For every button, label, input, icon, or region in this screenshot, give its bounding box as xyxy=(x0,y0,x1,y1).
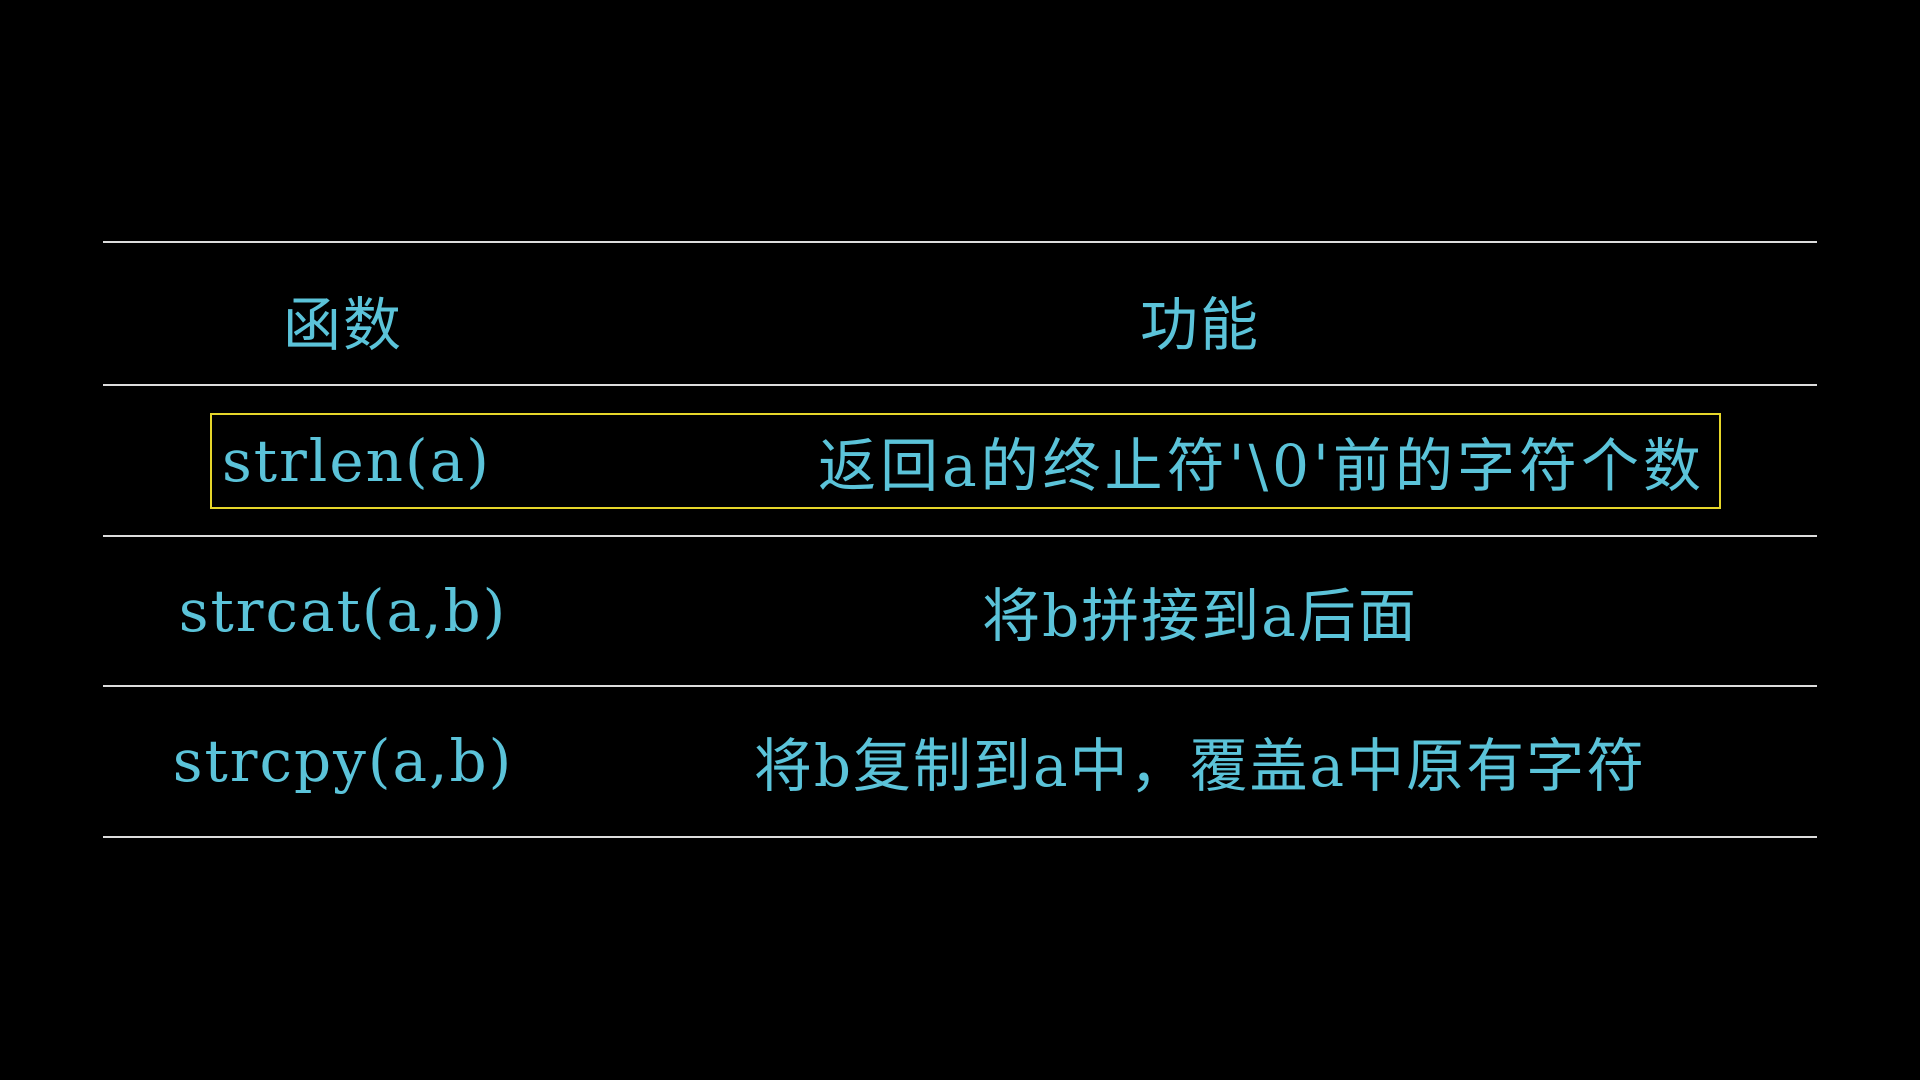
header-function: 函数 xyxy=(282,291,403,359)
row-strcat-function: strcat(a,b) xyxy=(178,577,508,645)
slide: 函数 功能 strlen(a) 返回a的终止符'\0'前的字符个数 strcat… xyxy=(0,0,1920,1080)
row-strcpy-description: 将b复制到a中，覆盖a中原有字符 xyxy=(753,732,1647,800)
header-description: 功能 xyxy=(1139,291,1260,359)
row-strlen-description: 返回a的终止符'\0'前的字符个数 xyxy=(818,432,1705,500)
table-top-rule xyxy=(103,241,1817,243)
table-bottom-rule xyxy=(103,836,1817,838)
row-strcpy-function: strcpy(a,b) xyxy=(172,727,514,795)
row-strlen-function: strlen(a) xyxy=(222,427,491,495)
row-strcat-description: 将b拼接到a后面 xyxy=(982,582,1418,650)
header-rule xyxy=(103,384,1817,386)
